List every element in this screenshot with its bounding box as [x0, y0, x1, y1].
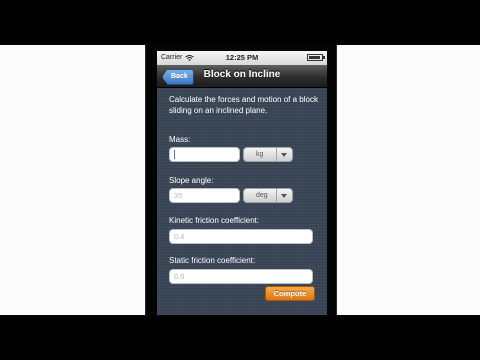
slope-label: Slope angle:: [169, 176, 214, 185]
phone-screen: Carrier 12:25 PM Back Block on Incline C…: [157, 51, 327, 315]
status-time: 12:25 PM: [225, 53, 259, 62]
slope-input[interactable]: 35: [169, 188, 240, 203]
kinetic-friction-input[interactable]: 0.4: [169, 229, 313, 244]
mass-unit-value: kg: [256, 151, 264, 158]
static-friction-input[interactable]: 0.6: [169, 269, 313, 284]
navigation-bar: Back Block on Incline: [157, 65, 327, 88]
compute-button[interactable]: Compute: [265, 286, 315, 301]
kinetic-friction-label: Kinetic friction coefficient:: [169, 216, 260, 225]
mass-label: Mass:: [169, 135, 191, 144]
static-friction-label: Static friction coefficient:: [169, 256, 256, 265]
description-text: Calculate the forces and motion of a blo…: [169, 95, 318, 115]
mass-unit-select[interactable]: kg: [243, 147, 293, 162]
page-title: Block on Incline: [203, 69, 281, 80]
battery-icon: [307, 54, 325, 61]
slope-unit-select[interactable]: deg: [243, 188, 293, 203]
phone-device: Carrier 12:25 PM Back Block on Incline C…: [145, 45, 337, 315]
status-bar: Carrier 12:25 PM: [157, 51, 327, 65]
chevron-down-icon: [276, 189, 292, 202]
text-cursor: [174, 150, 175, 159]
slope-unit-value: deg: [256, 192, 268, 199]
mass-input[interactable]: [169, 147, 240, 162]
form-content: Calculate the forces and motion of a blo…: [157, 88, 327, 315]
chevron-down-icon: [276, 148, 292, 161]
